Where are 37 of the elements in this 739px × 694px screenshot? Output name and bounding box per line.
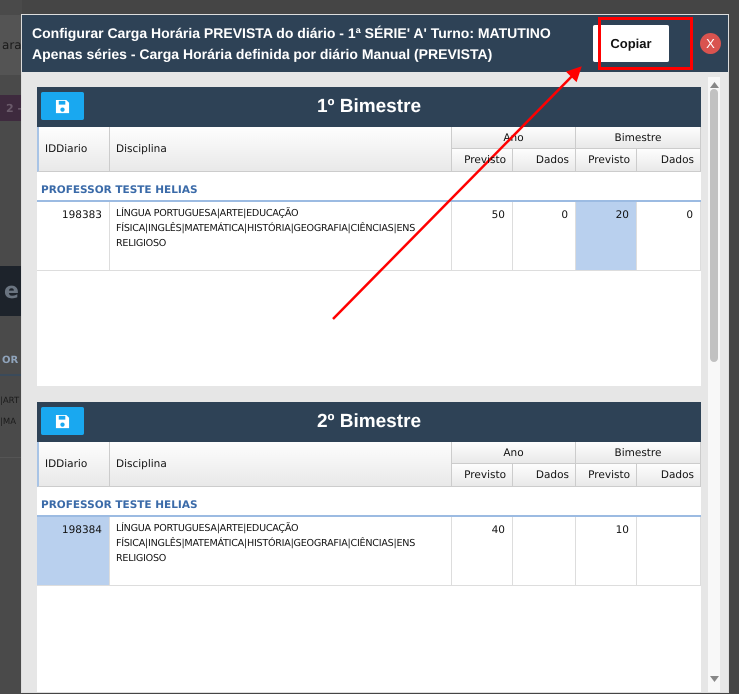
section-label: OR <box>2 354 18 366</box>
table-cell: LÍNGUA PORTUGUESA|ARTE|EDUCAÇÃO FÍSICA|INGLÊS|MATEMÁTICA|HISTÓRIA|GEOGRAFIA|CIÊNCIAS|ENS RELIGIOSO <box>110 202 452 271</box>
scroll-bar[interactable] <box>708 77 720 692</box>
table-cell: 198383 <box>37 202 110 271</box>
column-header: Dados <box>513 149 576 172</box>
dialog-title: Configurar Carga Horária PREVISTA do diário - 1ª SÉRIE' A' Turno: MATUTINO Apenas séries - Carga Horária definida por diário Manual (PREVISTA) <box>32 24 552 64</box>
page-heading: e <box>4 278 19 304</box>
table-cell: 20 <box>576 202 637 271</box>
group-label: PROFESSOR TESTE HELIAS <box>37 172 701 202</box>
page-text: ara <box>2 38 22 52</box>
column-header: Dados <box>513 464 576 487</box>
table-cell: 198384 <box>37 517 110 586</box>
column-header: Dados <box>637 464 701 487</box>
column-header: Bimestre <box>576 442 701 464</box>
close-button[interactable]: X <box>700 33 721 54</box>
column-header: Previsto <box>452 464 513 487</box>
column-header: Disciplina <box>110 127 452 172</box>
column-header: IDDiario <box>37 127 110 172</box>
column-header: Dados <box>637 149 701 172</box>
column-header: Ano <box>452 442 576 464</box>
panel-title: 1º Bimestre <box>316 96 422 118</box>
column-header: IDDiario <box>37 442 110 487</box>
column-header: Previsto <box>576 149 637 172</box>
column-header: Previsto <box>576 464 637 487</box>
copy-button[interactable]: Copiar <box>593 25 669 62</box>
table-cell: 10 <box>576 517 637 586</box>
table-cell: 40 <box>452 517 513 586</box>
table-cell: LÍNGUA PORTUGUESA|ARTE|EDUCAÇÃO FÍSICA|INGLÊS|MATEMÁTICA|HISTÓRIA|GEOGRAFIA|CIÊNCIAS|ENS RELIGIOSO <box>110 517 452 586</box>
scroll-down-icon[interactable] <box>710 676 718 682</box>
group-label: PROFESSOR TESTE HELIAS <box>37 487 701 517</box>
table-cell: 50 <box>452 202 513 271</box>
column-header: Disciplina <box>110 442 452 487</box>
panel-title: 2º Bimestre <box>316 411 422 433</box>
table-cell: 0 <box>637 202 701 271</box>
column-header: Bimestre <box>576 127 701 149</box>
save-button[interactable] <box>41 407 84 435</box>
save-button[interactable] <box>41 92 84 120</box>
